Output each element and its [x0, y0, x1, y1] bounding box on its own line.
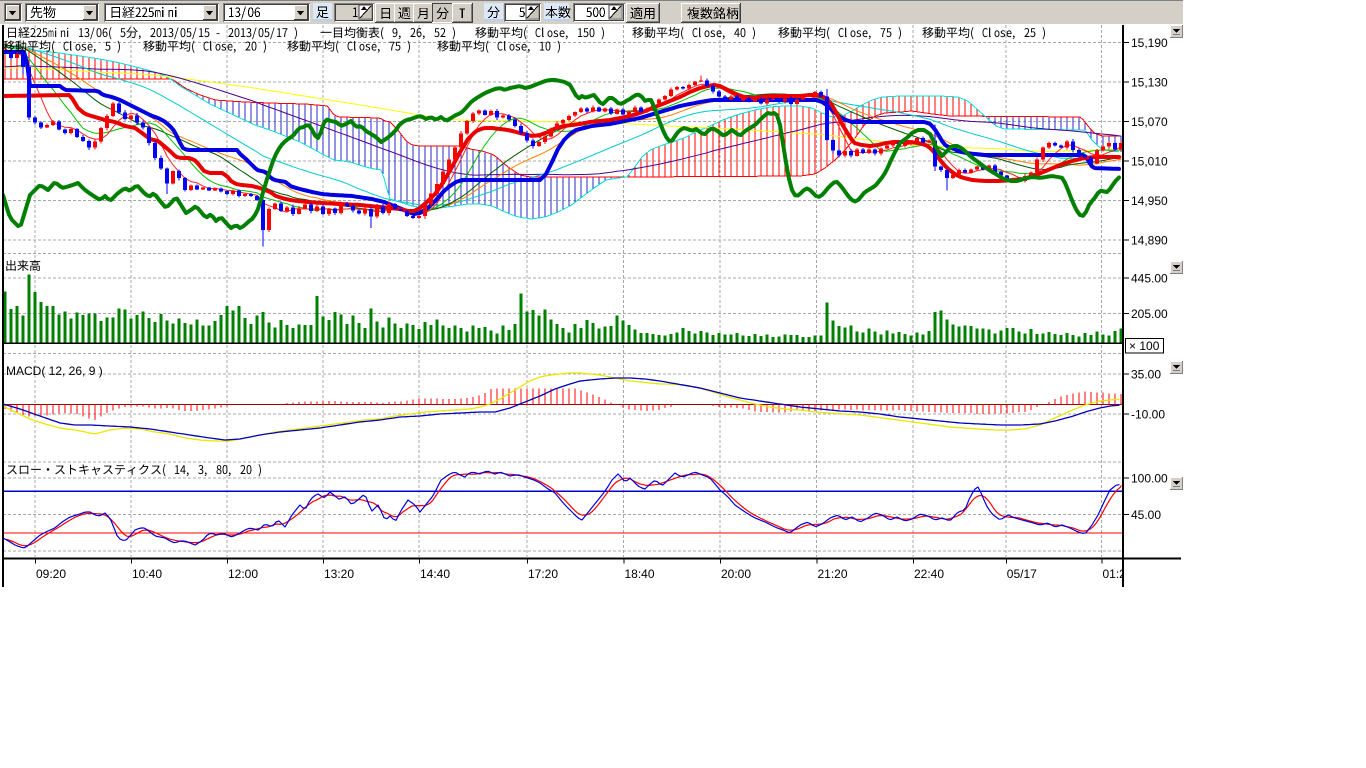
- svg-text:10:40: 10:40: [132, 567, 162, 581]
- svg-text:12:00: 12:00: [228, 567, 258, 581]
- svg-text:445.00: 445.00: [1131, 272, 1168, 286]
- svg-text:15,190: 15,190: [1131, 36, 1168, 50]
- svg-text:100.00: 100.00: [1131, 472, 1168, 486]
- svg-text:13:20: 13:20: [324, 567, 354, 581]
- svg-text:18:40: 18:40: [625, 567, 655, 581]
- svg-text:205.00: 205.00: [1131, 307, 1168, 321]
- svg-text:45.00: 45.00: [1131, 508, 1161, 522]
- svg-text:05/17: 05/17: [1007, 567, 1037, 581]
- svg-text:14:40: 14:40: [420, 567, 450, 581]
- svg-text:09:20: 09:20: [36, 567, 66, 581]
- svg-text:17:20: 17:20: [528, 567, 558, 581]
- svg-text:15,130: 15,130: [1131, 76, 1168, 90]
- svg-text:20:00: 20:00: [721, 567, 751, 581]
- svg-text:15,070: 15,070: [1131, 115, 1168, 129]
- svg-text:22:40: 22:40: [914, 567, 944, 581]
- svg-text:15,010: 15,010: [1131, 155, 1168, 169]
- svg-text:× 100: × 100: [1129, 339, 1160, 353]
- svg-text:14,950: 14,950: [1131, 194, 1168, 208]
- svg-text:MACD( 12, 26, 9 ): MACD( 12, 26, 9 ): [6, 364, 103, 378]
- svg-text:-10.00: -10.00: [1131, 408, 1165, 422]
- svg-text:14,890: 14,890: [1131, 234, 1168, 248]
- svg-text:21:20: 21:20: [818, 567, 848, 581]
- svg-text:35.00: 35.00: [1131, 368, 1161, 382]
